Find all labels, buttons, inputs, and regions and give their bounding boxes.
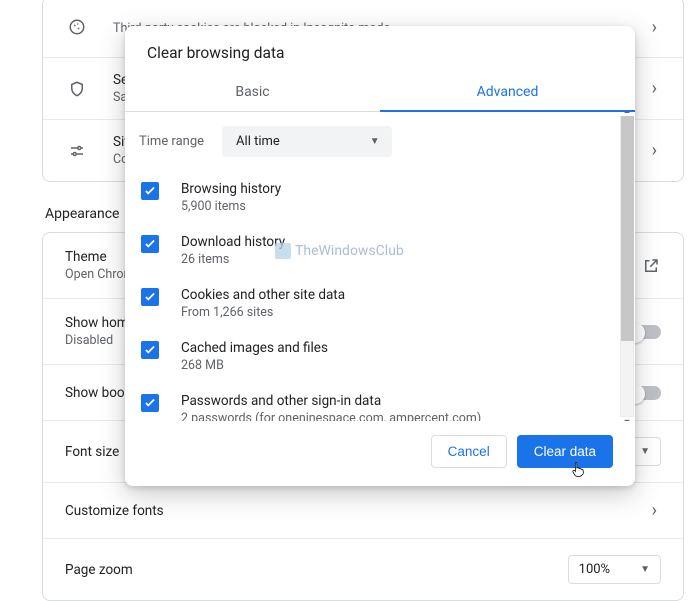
cancel-button[interactable]: Cancel (431, 435, 507, 468)
scrollbar-thumb[interactable] (621, 116, 634, 341)
time-range-label: Time range (139, 134, 204, 149)
time-range-row: Time range All time ▼ (139, 126, 599, 157)
item-sub: 5,900 items (181, 199, 281, 214)
tab-basic[interactable]: Basic (125, 72, 380, 111)
dialog-actions: Cancel Clear data (125, 421, 635, 486)
clear-data-item: Download history 26 items (139, 224, 599, 277)
item-title: Download history (181, 234, 285, 250)
time-range-select[interactable]: All time ▼ (222, 126, 392, 157)
item-title: Passwords and other sign-in data (181, 393, 481, 409)
page-zoom-select[interactable]: 100% ▼ (568, 555, 661, 584)
clear-browsing-data-dialog: Clear browsing data Basic Advanced Time … (125, 26, 635, 486)
time-range-value: All time (236, 134, 280, 149)
page-zoom-value: 100% (579, 562, 610, 577)
caret-down-icon: ▼ (640, 564, 650, 575)
dialog-body: Time range All time ▼ Browsing history 5,… (125, 112, 635, 421)
clear-data-button[interactable]: Clear data (517, 435, 613, 468)
row-page-zoom: Page zoom 100% ▼ (43, 538, 683, 600)
item-sub: From 1,266 sites (181, 305, 345, 320)
checkbox[interactable] (141, 182, 159, 200)
item-sub: 2 passwords (for oneninespace.com, amper… (181, 411, 481, 421)
checkbox[interactable] (141, 288, 159, 306)
scroll-down-arrow-icon[interactable]: ▼ (621, 417, 633, 421)
dialog-tabs: Basic Advanced (125, 72, 635, 112)
item-title: Cookies and other site data (181, 287, 345, 303)
dialog-title: Clear browsing data (125, 26, 635, 72)
clear-data-item: Browsing history 5,900 items (139, 171, 599, 224)
checkbox[interactable] (141, 341, 159, 359)
item-title: Browsing history (181, 181, 281, 197)
page-zoom-label: Page zoom (65, 562, 133, 578)
item-sub: 26 items (181, 252, 285, 267)
checkbox[interactable] (141, 235, 159, 253)
checkbox[interactable] (141, 394, 159, 412)
dialog-scroll-area: Time range All time ▼ Browsing history 5,… (125, 112, 629, 421)
caret-down-icon: ▼ (370, 136, 380, 147)
clear-data-item: Passwords and other sign-in data 2 passwo… (139, 383, 599, 421)
clear-data-item: Cookies and other site data From 1,266 si… (139, 277, 599, 330)
item-sub: 268 MB (181, 358, 328, 373)
clear-data-item: Cached images and files 268 MB (139, 330, 599, 383)
tab-advanced[interactable]: Advanced (380, 72, 635, 111)
item-title: Cached images and files (181, 340, 328, 356)
